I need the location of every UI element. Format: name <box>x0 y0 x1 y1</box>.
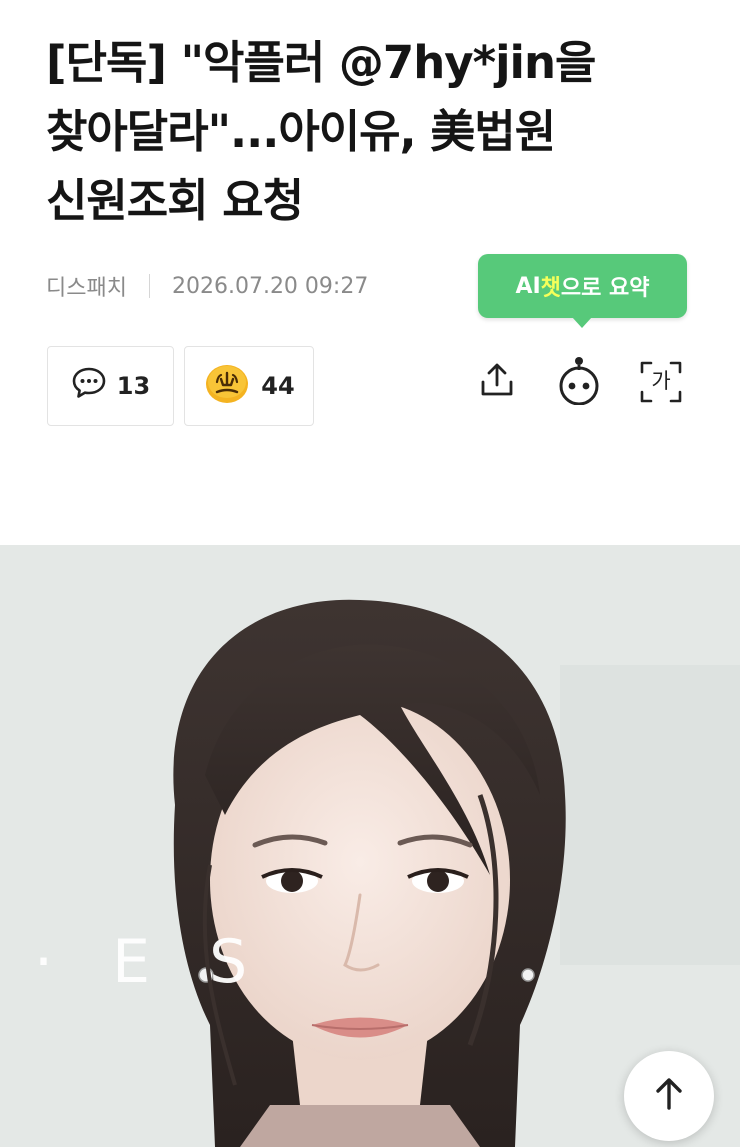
ai-summary-prefix: AI <box>515 273 541 299</box>
article-datetime: 2026.07.20 09:27 <box>171 273 369 299</box>
arrow-up-icon <box>649 1074 689 1118</box>
article-meta: 디스패치 2026.07.20 09:27 <box>46 268 368 304</box>
ai-bot-button[interactable] <box>553 356 605 408</box>
ai-summary-suffix: 으로 요약 <box>560 276 650 301</box>
title-line: [단독] "악플러 @7hy*jin을 <box>46 36 596 89</box>
comments-button[interactable]: 13 <box>47 346 174 426</box>
article-source[interactable]: 디스패치 <box>46 270 127 302</box>
title-line: 찾아달라"...아이유, 美법원 <box>46 105 556 158</box>
photo-background-text: · E S <box>34 927 268 997</box>
title-line: 신원조회 요청 <box>46 174 304 227</box>
reaction-count: 44 <box>261 372 295 400</box>
reaction-emoji-icon <box>203 361 251 411</box>
comment-icon <box>71 366 107 406</box>
share-button[interactable] <box>471 356 523 408</box>
ai-bot-icon <box>555 355 603 409</box>
ai-summary-highlight: 챗 <box>540 276 561 301</box>
meta-divider <box>148 274 150 298</box>
font-size-button[interactable]: 가 <box>635 356 687 408</box>
scroll-to-top-button[interactable] <box>624 1051 714 1141</box>
article-title: [단독] "악플러 @7hy*jin을 찾아달라"...아이유, 美법원 신원조… <box>46 28 696 235</box>
comment-count: 13 <box>116 372 151 400</box>
font-size-icon: 가 <box>638 359 684 405</box>
share-icon <box>477 360 517 404</box>
ai-summary-button[interactable]: AI 챗 으로 요약 <box>478 254 687 328</box>
font-size-label: 가 <box>651 369 671 393</box>
reactions-button[interactable]: 44 <box>184 346 314 426</box>
article-photo: · E S <box>0 545 740 1147</box>
